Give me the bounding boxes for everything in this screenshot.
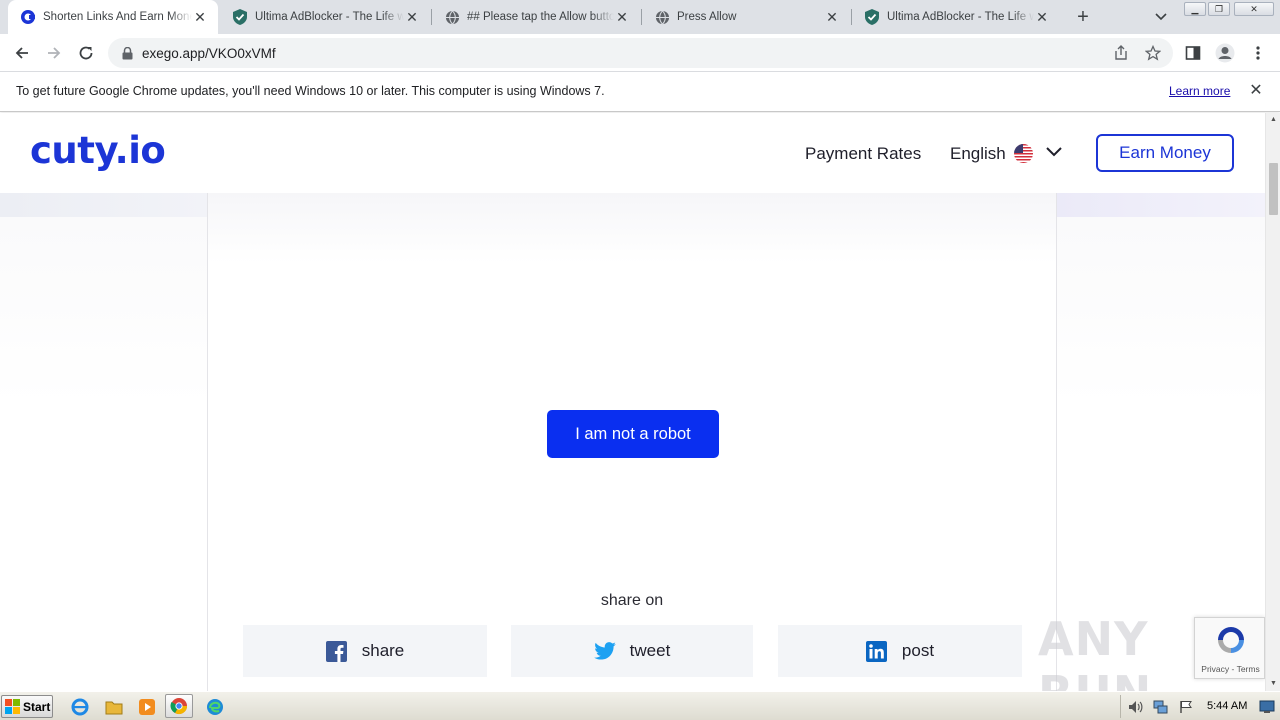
earn-money-button[interactable]: Earn Money (1096, 134, 1234, 172)
tab-title: Ultima AdBlocker - The Life with (255, 11, 404, 23)
recaptcha-icon (1218, 627, 1244, 653)
linkedin-icon (866, 640, 888, 662)
shield-icon (232, 9, 248, 25)
tab-press-allow[interactable]: Press Allow ✕ (642, 0, 850, 34)
action-center-flag-icon[interactable] (1178, 699, 1194, 715)
page-viewport: cuty.io Payment Rates English Earn Money… (0, 113, 1265, 691)
tray-separator (1120, 695, 1121, 718)
globe-icon (654, 9, 670, 25)
tab-title: ## Please tap the Allow button (467, 11, 614, 23)
language-selector[interactable]: English (950, 144, 1006, 164)
browser-tab-strip: Shorten Links And Earn Money ✕ Ultima Ad… (0, 0, 1280, 34)
taskbar-clock: 5:44 AM (1207, 700, 1248, 712)
cuty-favicon-icon (20, 9, 36, 25)
page-scrollbar[interactable]: ▲ ▼ (1265, 113, 1280, 691)
learn-more-link[interactable]: Learn more (1169, 84, 1230, 98)
tab-ultima-adblocker-1[interactable]: Ultima AdBlocker - The Life with ✕ (220, 0, 430, 34)
tab-title: Shorten Links And Earn Money (43, 11, 192, 23)
twitter-share-button[interactable]: tweet (511, 625, 753, 677)
language-chevron-down-icon[interactable] (1045, 145, 1063, 161)
close-window-button[interactable]: ✕ (1234, 2, 1274, 16)
globe-icon (444, 9, 460, 25)
tab-close-icon[interactable]: ✕ (824, 9, 840, 25)
start-button[interactable]: Start (1, 695, 53, 718)
start-label: Start (23, 699, 51, 714)
tab-ultima-adblocker-2[interactable]: Ultima AdBlocker - The Life with ✕ (852, 0, 1060, 34)
tab-close-icon[interactable]: ✕ (404, 9, 420, 25)
background-band (0, 193, 208, 217)
url-text: exego.app/VKO0xVMf (142, 45, 276, 61)
scroll-up-arrow-icon[interactable]: ▲ (1269, 115, 1278, 124)
cuty-logo[interactable]: cuty.io (30, 129, 166, 172)
recaptcha-badge[interactable]: Privacy - Terms (1194, 617, 1265, 679)
bookmark-star-icon[interactable] (1145, 45, 1161, 61)
tab-title: Ultima AdBlocker - The Life with (887, 11, 1034, 23)
chrome-taskbar-icon[interactable] (165, 694, 193, 718)
not-a-robot-button[interactable]: I am not a robot (547, 410, 719, 458)
side-panel-icon[interactable] (1181, 41, 1205, 65)
file-explorer-icon[interactable] (104, 697, 124, 717)
back-arrow-icon (15, 47, 28, 59)
shield-icon (864, 9, 880, 25)
twitter-share-label: tweet (629, 641, 671, 660)
reload-icon (79, 46, 93, 60)
infobar-message: To get future Google Chrome updates, you… (16, 84, 605, 98)
linkedin-share-button[interactable]: post (778, 625, 1022, 677)
reload-button[interactable] (74, 41, 98, 65)
site-header: cuty.io Payment Rates English Earn Money (0, 113, 1265, 193)
new-tab-button[interactable]: + (1072, 6, 1094, 28)
facebook-share-label: share (361, 641, 405, 660)
scrollbar-thumb[interactable] (1269, 163, 1278, 215)
scroll-down-arrow-icon[interactable]: ▼ (1269, 679, 1278, 688)
twitter-icon (593, 640, 616, 662)
card-shadow (208, 193, 1056, 263)
infobar-close-icon[interactable]: ✕ (1247, 82, 1265, 100)
us-flag-icon[interactable] (1014, 144, 1033, 163)
tab-close-icon[interactable]: ✕ (192, 9, 208, 25)
tab-search-chevron-icon[interactable] (1151, 8, 1171, 26)
forward-arrow-icon (48, 47, 61, 59)
browser-toolbar: exego.app/VKO0xVMf (0, 34, 1280, 72)
tab-shorten-links[interactable]: Shorten Links And Earn Money ✕ (8, 0, 218, 34)
network-icon[interactable] (1153, 699, 1169, 715)
restore-window-button[interactable]: ❐ (1208, 2, 1230, 16)
tab-close-icon[interactable]: ✕ (1034, 9, 1050, 25)
forward-button[interactable] (42, 41, 66, 65)
share-on-label: share on (600, 592, 664, 609)
content-card: I am not a robot share on share tweet po… (207, 193, 1057, 691)
media-player-icon[interactable] (137, 697, 157, 717)
back-button[interactable] (10, 41, 34, 65)
lock-icon[interactable] (120, 46, 134, 60)
address-bar[interactable]: exego.app/VKO0xVMf (108, 38, 1173, 68)
profile-avatar-icon[interactable] (1213, 41, 1237, 65)
chrome-menu-icon[interactable] (1246, 41, 1270, 65)
volume-icon[interactable] (1128, 699, 1144, 715)
windows-taskbar: Start 5:44 AM (0, 691, 1280, 720)
recaptcha-privacy-terms[interactable]: Privacy - Terms (1195, 664, 1266, 674)
tab-please-tap-allow[interactable]: ## Please tap the Allow button ✕ (432, 0, 640, 34)
facebook-icon (326, 640, 348, 662)
edge-icon[interactable] (205, 697, 225, 717)
tab-close-icon[interactable]: ✕ (614, 9, 630, 25)
windows-logo-icon (5, 699, 20, 714)
chrome-update-infobar: To get future Google Chrome updates, you… (0, 72, 1280, 112)
facebook-share-button[interactable]: share (243, 625, 487, 677)
show-desktop-icon[interactable] (1259, 699, 1275, 715)
linkedin-share-label: post (901, 641, 935, 660)
payment-rates-link[interactable]: Payment Rates (805, 144, 921, 164)
background-side (0, 217, 208, 691)
background-band (1056, 193, 1265, 217)
minimize-window-button[interactable]: ▁ (1184, 2, 1206, 16)
internet-explorer-icon[interactable] (70, 697, 90, 717)
tab-title: Press Allow (677, 11, 737, 23)
share-page-icon[interactable] (1113, 45, 1129, 61)
